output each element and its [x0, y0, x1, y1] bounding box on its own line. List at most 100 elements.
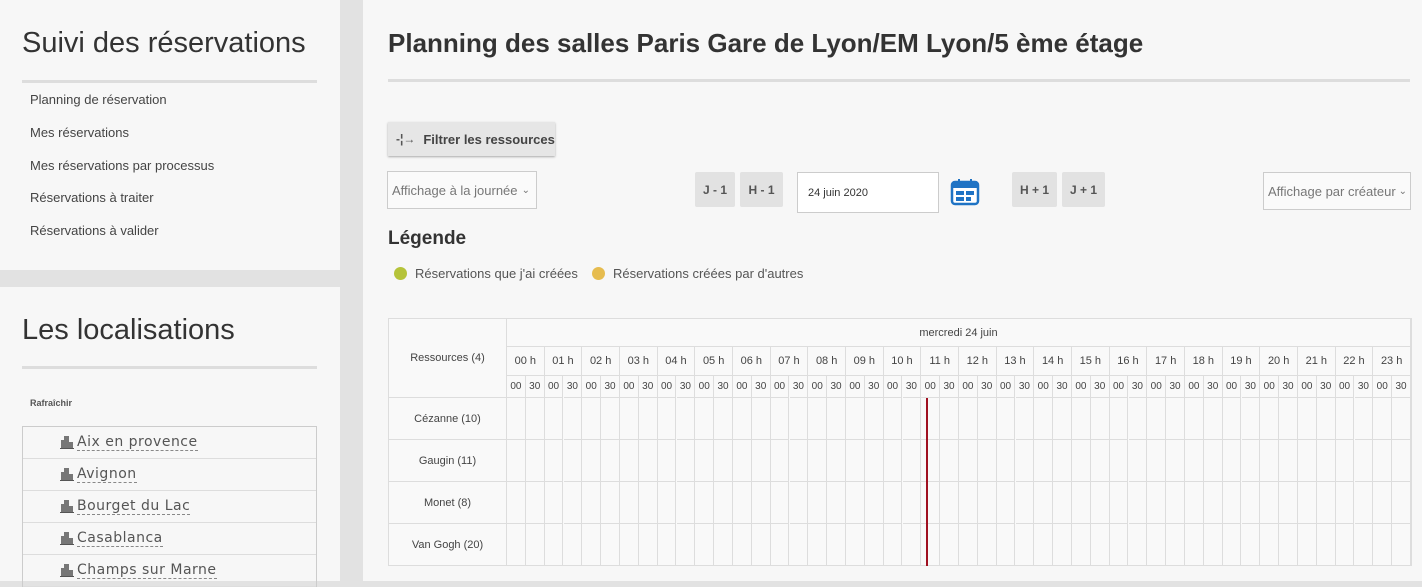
time-slot[interactable]: [883, 440, 903, 482]
time-slot[interactable]: [940, 482, 959, 524]
time-slot[interactable]: [921, 524, 941, 566]
time-slot[interactable]: [864, 482, 884, 524]
time-slot[interactable]: [1185, 440, 1204, 482]
time-slot[interactable]: [525, 398, 545, 440]
nav-to-validate[interactable]: Réservations à valider: [30, 223, 159, 238]
time-slot[interactable]: [977, 440, 997, 482]
time-slot[interactable]: [507, 398, 526, 440]
time-slot[interactable]: [601, 398, 620, 440]
time-slot[interactable]: [1203, 524, 1223, 566]
time-slot[interactable]: [1109, 524, 1129, 566]
time-slot[interactable]: [657, 524, 677, 566]
time-slot[interactable]: [563, 440, 583, 482]
nav-planning[interactable]: Planning de réservation: [30, 92, 167, 107]
time-slot[interactable]: [959, 482, 978, 524]
time-slot[interactable]: [1166, 482, 1185, 524]
time-slot[interactable]: [846, 524, 865, 566]
time-slot[interactable]: [1072, 524, 1091, 566]
time-slot[interactable]: [620, 440, 639, 482]
time-slot[interactable]: [695, 524, 715, 566]
time-slot[interactable]: [1128, 524, 1148, 566]
time-slot[interactable]: [959, 524, 978, 566]
time-slot[interactable]: [733, 440, 752, 482]
nav-my-reservations-by-process[interactable]: Mes réservations par processus: [30, 158, 214, 173]
time-slot[interactable]: [1335, 482, 1355, 524]
time-slot[interactable]: [525, 440, 545, 482]
time-slot[interactable]: [638, 398, 658, 440]
time-slot[interactable]: [1298, 482, 1317, 524]
time-slot[interactable]: [714, 482, 733, 524]
time-slot[interactable]: [1373, 398, 1393, 440]
time-slot[interactable]: [751, 440, 771, 482]
time-slot[interactable]: [1279, 440, 1298, 482]
time-slot[interactable]: [563, 482, 583, 524]
time-slot[interactable]: [827, 398, 846, 440]
time-slot[interactable]: [977, 398, 997, 440]
time-slot[interactable]: [1053, 482, 1072, 524]
time-slot[interactable]: [1279, 398, 1298, 440]
time-slot[interactable]: [733, 524, 752, 566]
time-slot[interactable]: [544, 398, 564, 440]
time-slot[interactable]: [1147, 482, 1167, 524]
time-slot[interactable]: [1109, 398, 1129, 440]
time-slot[interactable]: [1222, 482, 1242, 524]
time-slot[interactable]: [1222, 440, 1242, 482]
time-slot[interactable]: [1015, 482, 1035, 524]
time-slot[interactable]: [582, 482, 602, 524]
time-slot[interactable]: [751, 482, 771, 524]
time-slot[interactable]: [1354, 440, 1374, 482]
time-slot[interactable]: [1373, 482, 1393, 524]
time-slot[interactable]: [1015, 398, 1035, 440]
hour-prev-button[interactable]: H - 1: [740, 172, 783, 207]
time-slot[interactable]: [864, 398, 884, 440]
time-slot[interactable]: [1298, 440, 1317, 482]
time-slot[interactable]: [507, 440, 526, 482]
time-slot[interactable]: [770, 398, 790, 440]
time-slot[interactable]: [1203, 440, 1223, 482]
time-slot[interactable]: [940, 440, 959, 482]
time-slot[interactable]: [1241, 398, 1261, 440]
time-slot[interactable]: [1090, 524, 1110, 566]
time-slot[interactable]: [507, 524, 526, 566]
time-slot[interactable]: [563, 398, 583, 440]
time-slot[interactable]: [582, 440, 602, 482]
time-slot[interactable]: [1260, 440, 1280, 482]
time-slot[interactable]: [1354, 398, 1374, 440]
time-slot[interactable]: [1147, 524, 1167, 566]
time-slot[interactable]: [582, 524, 602, 566]
location-item[interactable]: Champs sur Marne: [23, 555, 316, 587]
time-slot[interactable]: [846, 482, 865, 524]
time-slot[interactable]: [1354, 524, 1374, 566]
time-slot[interactable]: [1335, 440, 1355, 482]
time-slot[interactable]: [1015, 440, 1035, 482]
date-input[interactable]: 24 juin 2020: [797, 172, 939, 213]
time-slot[interactable]: [1222, 398, 1242, 440]
time-slot[interactable]: [902, 440, 922, 482]
time-slot[interactable]: [601, 524, 620, 566]
time-slot[interactable]: [1015, 524, 1035, 566]
time-slot[interactable]: [1222, 524, 1242, 566]
time-slot[interactable]: [1090, 440, 1110, 482]
time-slot[interactable]: [1392, 398, 1411, 440]
time-slot[interactable]: [1279, 482, 1298, 524]
time-slot[interactable]: [996, 482, 1016, 524]
time-slot[interactable]: [883, 398, 903, 440]
nav-to-process[interactable]: Réservations à traiter: [30, 190, 154, 205]
time-slot[interactable]: [1316, 398, 1336, 440]
time-slot[interactable]: [676, 482, 696, 524]
time-slot[interactable]: [827, 524, 846, 566]
time-slot[interactable]: [676, 398, 696, 440]
time-slot[interactable]: [1260, 482, 1280, 524]
time-slot[interactable]: [1241, 482, 1261, 524]
time-slot[interactable]: [1090, 482, 1110, 524]
time-slot[interactable]: [733, 482, 752, 524]
time-slot[interactable]: [657, 440, 677, 482]
time-slot[interactable]: [846, 398, 865, 440]
time-slot[interactable]: [977, 524, 997, 566]
time-slot[interactable]: [808, 440, 828, 482]
time-slot[interactable]: [544, 482, 564, 524]
time-slot[interactable]: [714, 524, 733, 566]
refresh-link[interactable]: Rafraîchir: [30, 398, 72, 408]
time-slot[interactable]: [1203, 398, 1223, 440]
time-slot[interactable]: [676, 524, 696, 566]
